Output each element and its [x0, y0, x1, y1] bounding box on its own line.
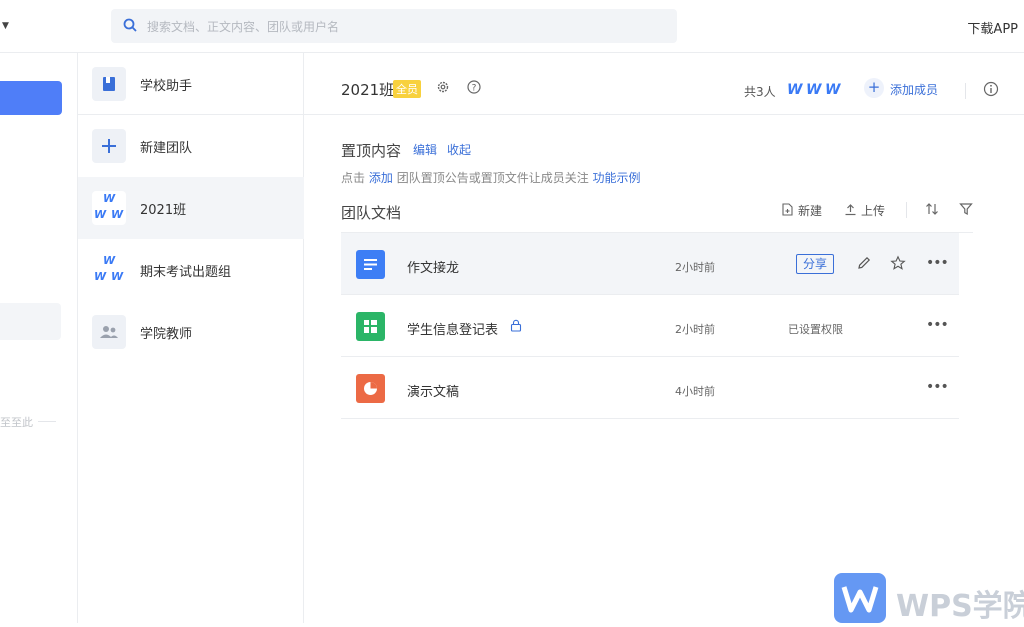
new-file-icon	[781, 203, 794, 219]
new-doc-label: 新建	[798, 204, 823, 218]
svg-text:?: ?	[472, 84, 477, 94]
pinned-desc-prefix: 点击	[341, 171, 366, 185]
info-icon[interactable]	[983, 81, 999, 101]
pinned-description: 点击 添加 团队置顶公告或置顶文件让成员关注 功能示例	[341, 169, 641, 186]
file-row[interactable]: 学生信息登记表 2小时前 已设置权限 •••	[341, 295, 959, 357]
divider	[906, 202, 907, 218]
svg-text:W: W	[787, 82, 803, 97]
gear-icon[interactable]	[436, 80, 450, 98]
file-row[interactable]: 演示文稿 4小时前 •••	[341, 357, 959, 419]
members-count: 共3人	[744, 85, 776, 99]
feature-example-link[interactable]: 功能示例	[593, 171, 641, 185]
wps-logo-cluster-icon: W W W	[92, 191, 126, 225]
writer-doc-icon	[356, 250, 385, 279]
team-main-panel: 2021班 全员 ? 共3人 W W W + 添加成员 置顶内容 编辑 收起 点…	[304, 53, 1024, 623]
nav-hint-text: 至至此	[0, 416, 33, 429]
account-dropdown-icon[interactable]: ▼	[2, 21, 9, 31]
watermark-text: WPS学院	[896, 589, 1024, 624]
wps-logo-cluster-icon: W W W	[92, 253, 126, 287]
svg-text:W: W	[825, 82, 841, 97]
team-name: 学校助手	[140, 79, 193, 94]
people-icon	[92, 315, 126, 349]
pinned-section-title: 置顶内容	[341, 142, 402, 160]
left-nav: 至至此	[0, 53, 78, 623]
file-time: 4小时前	[675, 385, 715, 398]
search-icon	[123, 18, 137, 36]
svg-text:W: W	[806, 82, 822, 97]
file-name[interactable]: 学生信息登记表	[407, 319, 498, 338]
more-options-icon[interactable]: •••	[926, 379, 949, 395]
pinned-edit-link[interactable]: 编辑	[413, 141, 437, 158]
sort-icon[interactable]	[925, 202, 939, 219]
team-name: 期末考试出题组	[140, 265, 232, 280]
member-avatars[interactable]: W W W	[787, 81, 845, 101]
pinned-collapse-link[interactable]: 收起	[447, 141, 471, 158]
team-item-school-assistant[interactable]: 学校助手	[78, 53, 304, 115]
divider	[965, 83, 966, 99]
plus-icon: +	[864, 78, 884, 98]
file-time: 2小时前	[675, 323, 715, 336]
share-button[interactable]: 分享	[796, 254, 835, 274]
school-book-icon	[92, 67, 126, 101]
all-members-badge: 全员	[393, 80, 421, 98]
upload-icon	[844, 203, 857, 219]
spreadsheet-icon	[356, 312, 385, 341]
filter-icon[interactable]	[959, 202, 973, 219]
file-name[interactable]: 演示文稿	[407, 381, 459, 400]
team-item-final-exam[interactable]: W W W 期末考试出题组	[78, 239, 304, 301]
pinned-desc-middle: 团队置顶公告或置顶文件让成员关注	[396, 171, 589, 185]
team-title: 2021班	[341, 81, 395, 99]
help-icon[interactable]: ?	[467, 80, 481, 98]
team-docs-title: 团队文档	[341, 204, 402, 222]
edit-pencil-icon[interactable]	[856, 255, 872, 275]
plus-icon	[92, 129, 126, 163]
presentation-icon	[356, 374, 385, 403]
pinned-add-link[interactable]: 添加	[369, 171, 393, 185]
star-icon[interactable]	[890, 255, 906, 275]
team-item-new-team[interactable]: 新建团队	[78, 115, 304, 177]
team-list: 学校助手 新建团队 W W W 2021班 W W W 期末考试出题组 学院教师	[78, 53, 304, 623]
team-name: 2021班	[140, 203, 187, 218]
wps-logo-icon	[834, 573, 886, 623]
nav-item[interactable]	[0, 303, 61, 340]
lock-icon	[510, 319, 522, 336]
more-options-icon[interactable]: •••	[926, 255, 949, 271]
divider	[38, 421, 56, 422]
upload-label: 上传	[861, 204, 886, 218]
search-placeholder: 搜索文档、正文内容、团队或用户名	[147, 20, 340, 34]
team-item-2021-class[interactable]: W W W 2021班	[78, 177, 304, 239]
team-item-college-teachers[interactable]: 学院教师	[78, 301, 304, 363]
divider	[304, 114, 1024, 115]
search-box[interactable]: 搜索文档、正文内容、团队或用户名	[111, 9, 677, 43]
file-row[interactable]: 作文接龙 2小时前 分享 •••	[341, 233, 959, 295]
top-bar: ▼ 搜索文档、正文内容、团队或用户名 下载APP	[0, 0, 1024, 53]
more-options-icon[interactable]: •••	[926, 317, 949, 333]
permission-status: 已设置权限	[788, 323, 843, 336]
file-time: 2小时前	[675, 261, 715, 274]
team-name: 新建团队	[140, 141, 193, 156]
file-name[interactable]: 作文接龙	[407, 257, 459, 276]
add-member-label: 添加成员	[890, 83, 939, 97]
team-name: 学院教师	[140, 327, 193, 342]
download-app-link[interactable]: 下载APP	[967, 18, 1018, 37]
nav-item-active[interactable]	[0, 81, 62, 115]
